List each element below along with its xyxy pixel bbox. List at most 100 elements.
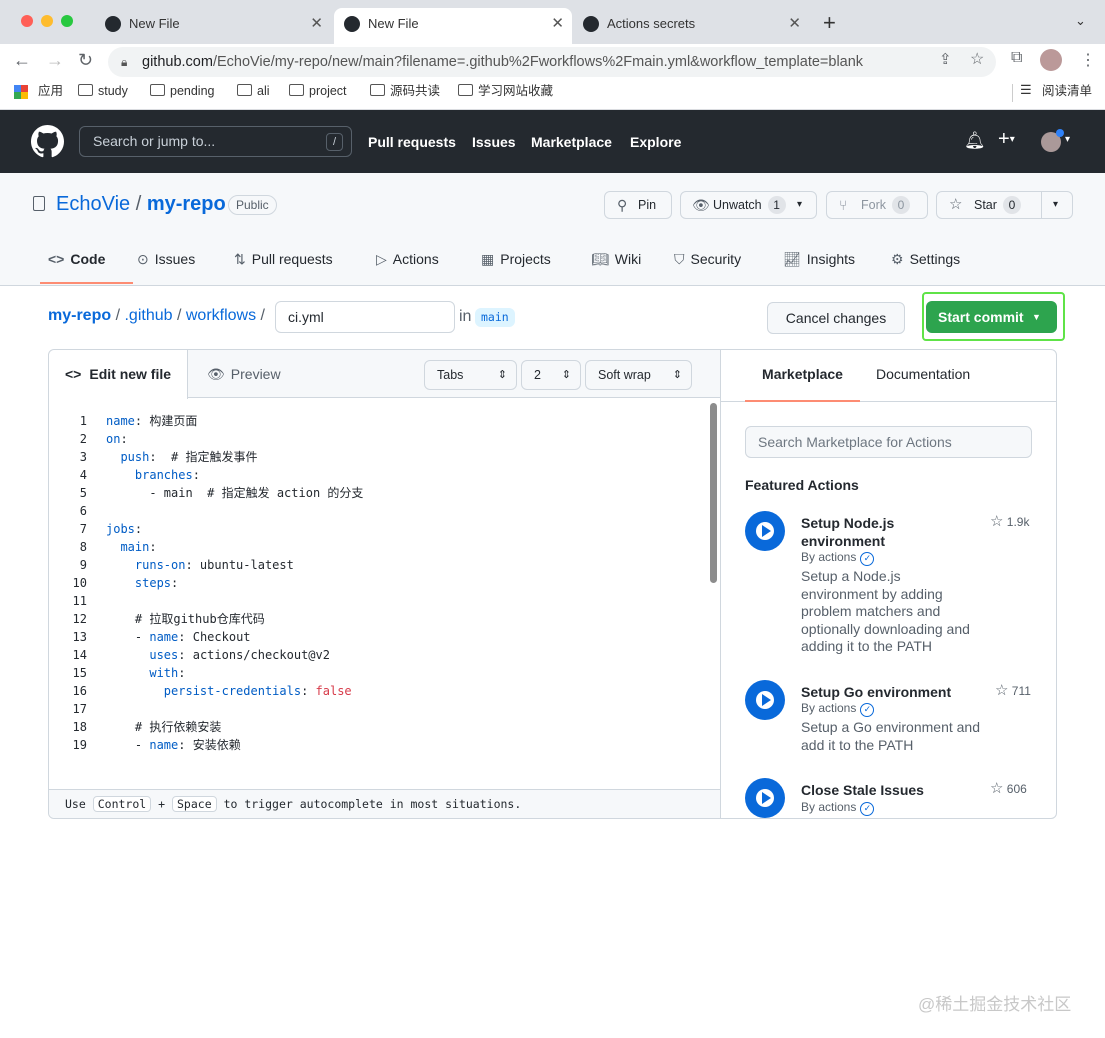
repo-name-link[interactable]: my-repo [147,193,226,215]
folder-icon [289,84,304,96]
nav-marketplace[interactable]: Marketplace [531,134,612,150]
browser-tab-1[interactable]: New File ✕ [95,8,331,44]
tab-wiki[interactable]: 📖︎ Wiki [591,251,641,268]
bookmark-ali[interactable]: ali [237,84,270,98]
tab-search-chevron-icon[interactable]: ⌄ [1075,13,1086,29]
code-line[interactable]: 12 # 拉取github仓库代码 [49,610,363,628]
code-line[interactable]: 11 [49,592,363,610]
nav-issues[interactable]: Issues [472,134,516,150]
code-line[interactable]: 3 push: # 指定触发事件 [49,448,363,466]
code-editor[interactable]: 1 name: 构建页面 2 on: 3 push: # 指定触发事件 4 branche… [49,412,364,754]
action-title-setup-go[interactable]: Setup Go environment [801,683,971,701]
share-icon[interactable]: ⇪ [939,50,952,68]
indent-size-select[interactable]: 2 [521,360,581,390]
marketplace-search-input[interactable]: Search Marketplace for Actions [745,426,1032,458]
reload-icon[interactable]: ↻ [78,50,93,71]
tab-settings[interactable]: ⚙ Settings [891,251,960,268]
editor-scrollbar[interactable] [710,403,717,583]
chevron-down-icon: ▾ [797,199,803,210]
browser-tab-3[interactable]: Actions secrets ✕ [573,8,809,44]
code-line[interactable]: 7 jobs: [49,520,363,538]
avatar-chevron-icon[interactable]: ▾ [1065,134,1070,145]
sidebar-divider [720,350,721,818]
cancel-changes-button[interactable]: Cancel changes [767,302,905,334]
address-bar[interactable]: 🔒︎ github.com/EchoVie/my-repo/new/main?f… [108,47,996,77]
verified-icon: ✓ [860,802,875,816]
code-line[interactable]: 8 main: [49,538,363,556]
pin-button[interactable]: ⚲ Pin [604,191,672,219]
crumb-github-dir[interactable]: .github [124,307,172,324]
tab-pull-requests[interactable]: ⇅ Pull requests [234,251,333,268]
star-icon: ☆ [990,513,1004,530]
create-new-plus-icon[interactable]: +▾ [998,128,1015,151]
star-button[interactable]: ☆ Star 0 ▾ [936,191,1073,219]
tab-actions[interactable]: ▷ Actions [376,251,439,268]
tab-insights[interactable]: 📈︎ Insights [783,251,855,268]
browser-tab-2[interactable]: New File ✕ [334,8,572,44]
new-tab-icon[interactable]: + [823,10,836,36]
reading-list[interactable]: ☰ 阅读清单 [1020,82,1092,99]
code-line[interactable]: 19 - name: 安装依赖 [49,736,363,754]
browser-menu-icon[interactable]: ⋮ [1080,50,1096,70]
tab-edit-new-file[interactable]: <> Edit new file [49,350,188,399]
repo-owner-link[interactable]: EchoVie [56,193,130,215]
tab-security[interactable]: ⛉ Security [674,251,741,268]
close-tab-icon[interactable]: ✕ [788,8,801,40]
code-line[interactable]: 15 with: [49,664,363,682]
bookmark-source-reading[interactable]: 源码共读 [370,84,440,98]
code-line[interactable]: 18 # 执行依赖安装 [49,718,363,736]
bookmark-learning-sites[interactable]: 学习网站收藏 [458,84,553,98]
tab-marketplace[interactable]: Marketplace [745,366,860,402]
line-wrap-select[interactable]: Soft wrap [585,360,692,390]
bookmark-star-icon[interactable]: ☆ [970,49,984,69]
tab-documentation[interactable]: Documentation [876,366,970,382]
profile-avatar[interactable] [1040,49,1062,71]
crumb-workflows-dir[interactable]: workflows [186,307,256,324]
filename-input[interactable]: ci.yml [275,301,455,333]
tab-issues[interactable]: ⊙ Issues [137,251,195,268]
zoom-window-button[interactable] [61,15,73,27]
close-tab-icon[interactable]: ✕ [551,8,564,40]
github-logo-icon[interactable] [31,125,64,158]
reading-list-icon: ☰ [1020,82,1032,97]
action-play-icon [745,680,785,720]
tab-projects[interactable]: ▦ Projects [481,251,551,268]
line-number: 7 [79,522,87,536]
code-line[interactable]: 6 [49,502,363,520]
pin-icon: ⚲ [617,197,628,213]
nav-explore[interactable]: Explore [630,134,681,150]
code-line[interactable]: 4 branches: [49,466,363,484]
start-commit-button[interactable]: Start commit ▼ [926,301,1057,333]
bookmark-project[interactable]: project [289,84,347,98]
code-line[interactable]: 9 runs-on: ubuntu-latest [49,556,363,574]
tab-preview[interactable]: 👁︎ Preview [207,366,281,383]
notifications-bell-icon[interactable]: 🔔︎ [964,131,986,151]
tab-code[interactable]: <> Code [48,251,105,267]
code-line[interactable]: 16 persist-credentials: false [49,682,363,700]
extensions-icon[interactable]: ⧉ [1011,49,1022,67]
global-search-input[interactable]: Search or jump to... / [79,126,352,157]
action-title-close-stale[interactable]: Close Stale Issues [801,781,971,799]
code-line[interactable]: 14 uses: actions/checkout@v2 [49,646,363,664]
fork-button[interactable]: ⑂ Fork 0 [826,191,928,219]
nav-pull-requests[interactable]: Pull requests [368,134,456,150]
code-line[interactable]: 2 on: [49,430,363,448]
bookmark-apps[interactable]: 应用 [18,84,63,98]
code-line[interactable]: 1 name: 构建页面 [49,412,363,430]
action-title-setup-node[interactable]: Setup Node.js environment [801,514,971,550]
close-tab-icon[interactable]: ✕ [310,8,323,40]
code-line[interactable]: 13 - name: Checkout [49,628,363,646]
crumb-repo[interactable]: my-repo [48,307,111,324]
minimize-window-button[interactable] [41,15,53,27]
unwatch-button[interactable]: 👁︎ Unwatch 1 ▾ [680,191,817,219]
indent-mode-select[interactable]: Tabs [424,360,517,390]
close-window-button[interactable] [21,15,33,27]
bookmark-study[interactable]: study [78,84,128,98]
code-line[interactable]: 5 - main # 指定触发 action 的分支 [49,484,364,502]
kbd-control: Control [92,796,152,812]
back-icon[interactable]: ← [13,50,31,71]
code-line[interactable]: 17 [49,700,363,718]
bookmark-pending[interactable]: pending [150,84,215,98]
forward-icon[interactable]: → [46,50,64,71]
code-line[interactable]: 10 steps: [49,574,363,592]
